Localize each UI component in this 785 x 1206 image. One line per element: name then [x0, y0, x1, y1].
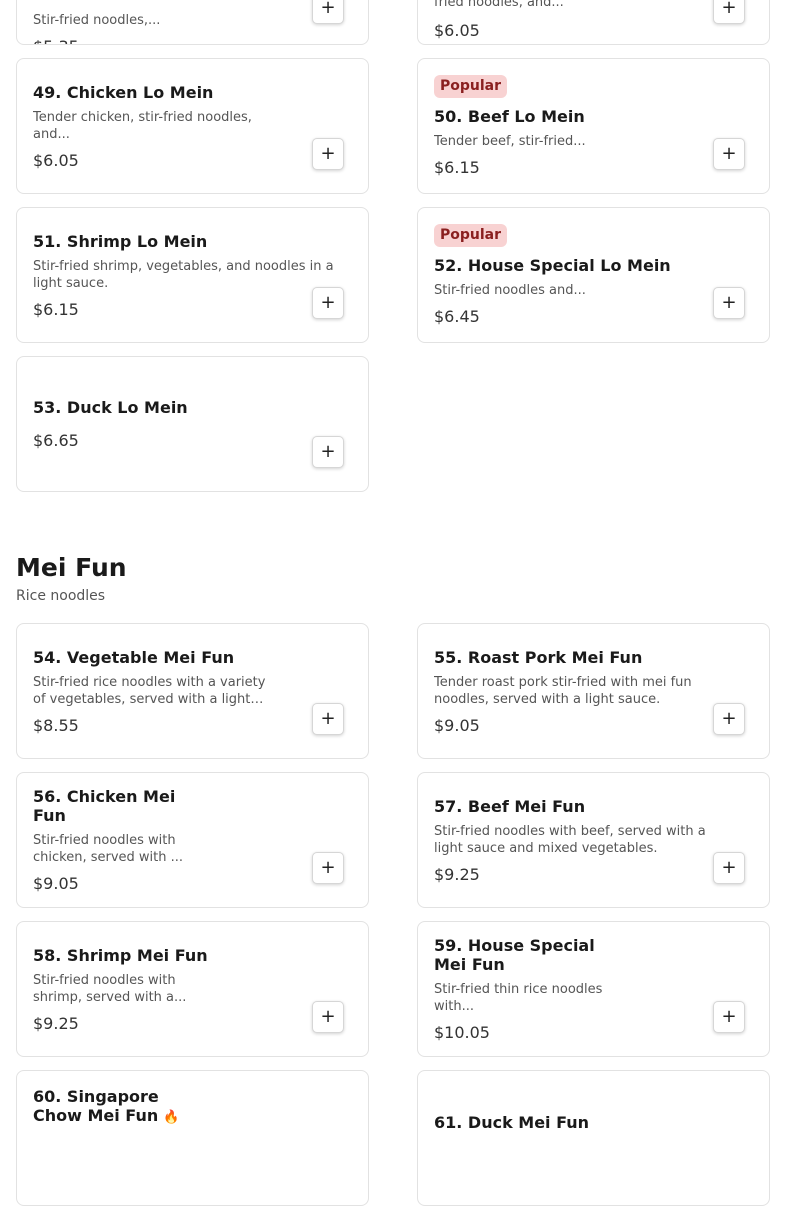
menu-item-card[interactable]: 59. House Special Mei Fun Stir-fried thi…: [417, 921, 770, 1057]
menu-item-card[interactable]: Stir-fried noodles,... $5.35 +: [16, 0, 369, 45]
item-price: $10.05: [434, 1023, 490, 1042]
add-to-cart-button[interactable]: +: [312, 852, 344, 884]
add-to-cart-button[interactable]: +: [713, 1001, 745, 1033]
menu-item-card[interactable]: 54. Vegetable Mei Fun Stir-fried rice no…: [16, 623, 369, 759]
item-price: $6.45: [434, 307, 480, 326]
item-price: $9.05: [33, 874, 79, 893]
item-description: Stir-fried noodles,...: [33, 13, 161, 28]
item-name: 52. House Special Lo Mein: [434, 256, 671, 275]
item-description: Stir-fried noodles with shrimp, served w…: [33, 972, 187, 1005]
item-description: Stir-fried thin rice noodles with...: [434, 982, 603, 1014]
section-title: Mei Fun: [16, 553, 127, 582]
menu-item-card[interactable]: 55. Roast Pork Mei Fun Tender roast pork…: [417, 623, 770, 759]
popular-badge: Popular: [434, 224, 508, 247]
item-name: 60. Singapore Chow Mei Fun: [33, 1087, 159, 1125]
add-to-cart-button[interactable]: +: [713, 703, 745, 735]
add-to-cart-button[interactable]: +: [713, 138, 745, 170]
section-subtitle: Rice noodles: [16, 588, 106, 604]
add-to-cart-button[interactable]: +: [312, 703, 344, 735]
menu-item-card[interactable]: 56. Chicken Mei Fun Stir-fried noodles w…: [16, 772, 369, 908]
item-description: Tender beef, stir-fried...: [434, 134, 586, 149]
add-to-cart-button[interactable]: +: [713, 0, 745, 24]
item-price: $9.25: [33, 1013, 79, 1033]
item-name: 50. Beef Lo Mein: [434, 107, 585, 126]
menu-item-card[interactable]: 58. Shrimp Mei Fun Stir-fried noodles wi…: [16, 921, 369, 1057]
add-to-cart-button[interactable]: +: [312, 1001, 344, 1033]
menu-item-card[interactable]: 61. Duck Mei Fun: [417, 1070, 770, 1206]
add-to-cart-button[interactable]: +: [713, 852, 745, 884]
item-price: $6.05: [434, 21, 480, 40]
menu-item-card[interactable]: Popular 50. Beef Lo Mein Tender beef, st…: [417, 58, 770, 194]
item-description: Stir-fried shrimp, vegetables, and noodl…: [33, 258, 334, 291]
menu-item-card[interactable]: 60. Singapore Chow Mei Fun 🔥: [16, 1070, 369, 1206]
item-name: 59. House Special Mei Fun: [434, 936, 595, 974]
item-price: $6.15: [33, 299, 79, 319]
item-price: $5.35: [33, 37, 79, 44]
item-name: 49. Chicken Lo Mein: [33, 82, 214, 102]
item-description: Tender chicken, stir-fried noodles, and.…: [33, 109, 252, 142]
item-name: 55. Roast Pork Mei Fun: [434, 647, 643, 667]
item-description: Stir-fried noodles with beef, served wit…: [434, 823, 706, 856]
item-price: $6.65: [33, 431, 79, 450]
item-description: Stir-fried noodles and...: [434, 283, 586, 298]
menu-item-card[interactable]: 57. Beef Mei Fun Stir-fried noodles with…: [417, 772, 770, 908]
item-price: $9.05: [434, 715, 480, 735]
item-description: Stir-fried rice noodles with a variety o…: [33, 674, 266, 707]
add-to-cart-button[interactable]: +: [713, 287, 745, 319]
add-to-cart-button[interactable]: +: [312, 436, 344, 468]
menu-item-card[interactable]: 53. Duck Lo Mein $6.65 +: [16, 356, 369, 492]
popular-badge: Popular: [434, 75, 508, 98]
item-price: $6.15: [434, 158, 480, 177]
menu-item-card[interactable]: fried noodles, and... $6.05 +: [417, 0, 770, 45]
item-description: Stir-fried noodles with chicken, served …: [33, 833, 184, 865]
menu-item-card[interactable]: Popular 52. House Special Lo Mein Stir-f…: [417, 207, 770, 343]
menu-item-card[interactable]: 49. Chicken Lo Mein Tender chicken, stir…: [16, 58, 369, 194]
item-name: 54. Vegetable Mei Fun: [33, 647, 235, 667]
item-name: 57. Beef Mei Fun: [434, 796, 586, 816]
item-name: 51. Shrimp Lo Mein: [33, 231, 208, 251]
item-name: 58. Shrimp Mei Fun: [33, 945, 208, 965]
item-description: Tender roast pork stir-fried with mei fu…: [434, 674, 692, 707]
item-name: 53. Duck Lo Mein: [33, 398, 188, 417]
item-price: $9.25: [434, 864, 480, 884]
item-name: 56. Chicken Mei Fun: [33, 787, 176, 825]
item-name: 61. Duck Mei Fun: [434, 1113, 590, 1132]
add-to-cart-button[interactable]: +: [312, 0, 344, 24]
add-to-cart-button[interactable]: +: [312, 138, 344, 170]
item-price: $8.55: [33, 715, 79, 735]
add-to-cart-button[interactable]: +: [312, 287, 344, 319]
item-description: fried noodles, and...: [434, 0, 564, 10]
menu-item-card[interactable]: 51. Shrimp Lo Mein Stir-fried shrimp, ve…: [16, 207, 369, 343]
item-price: $6.05: [33, 150, 79, 170]
flame-icon: 🔥: [163, 1110, 180, 1125]
